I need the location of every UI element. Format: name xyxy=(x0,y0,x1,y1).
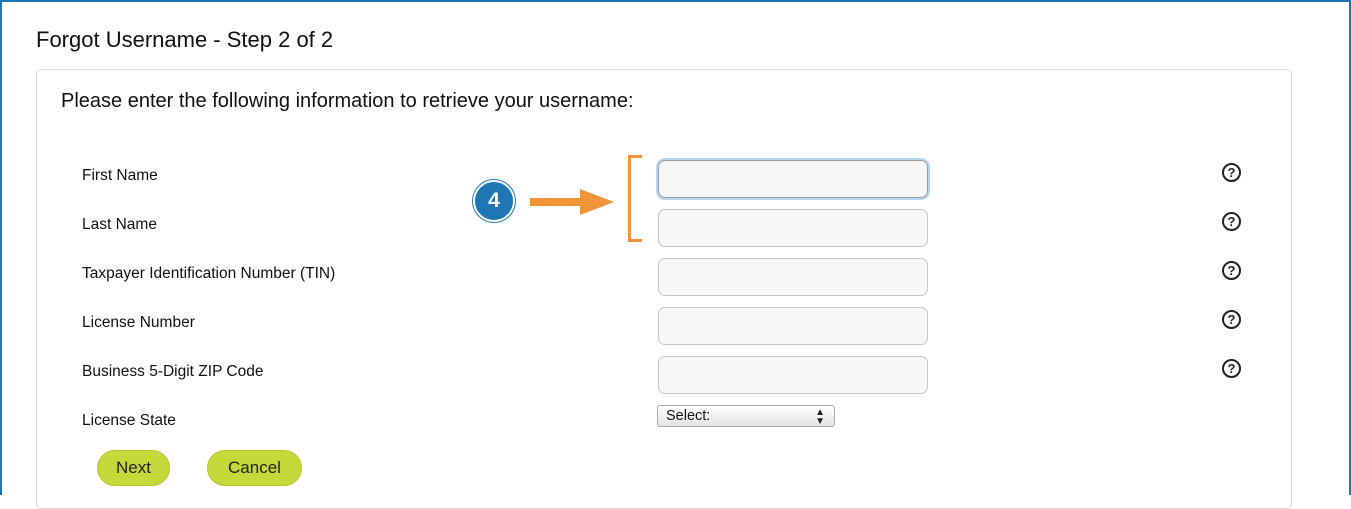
tin-input[interactable] xyxy=(658,258,928,296)
license-number-label: License Number xyxy=(82,314,195,331)
last-name-label: Last Name xyxy=(82,216,157,233)
last-name-help-icon[interactable]: ? xyxy=(1222,212,1241,231)
form-instructions: Please enter the following information t… xyxy=(61,90,634,112)
first-name-input[interactable] xyxy=(658,160,928,198)
zip-code-input[interactable] xyxy=(658,356,928,394)
orange-arrow-icon xyxy=(530,189,614,215)
tin-help-icon[interactable]: ? xyxy=(1222,261,1241,280)
first-name-help-icon[interactable]: ? xyxy=(1222,163,1241,182)
zip-code-label: Business 5-Digit ZIP Code xyxy=(82,363,264,380)
zip-code-help-icon[interactable]: ? xyxy=(1222,359,1241,378)
page-title: Forgot Username - Step 2 of 2 xyxy=(36,27,334,52)
tin-label: Taxpayer Identification Number (TIN) xyxy=(82,265,336,282)
step-number-badge: 4 xyxy=(473,180,515,222)
license-state-selected-value: Select: xyxy=(666,408,711,424)
license-state-label: License State xyxy=(82,412,176,429)
license-number-help-icon[interactable]: ? xyxy=(1222,310,1241,329)
license-state-select[interactable]: Select: ▲ ▼ xyxy=(657,405,835,427)
license-number-input[interactable] xyxy=(658,307,928,345)
last-name-input[interactable] xyxy=(658,209,928,247)
cancel-button[interactable]: Cancel xyxy=(207,450,302,486)
next-button[interactable]: Next xyxy=(97,450,170,486)
select-updown-icon: ▲ ▼ xyxy=(815,407,825,427)
first-name-label: First Name xyxy=(82,167,158,184)
annotation-bracket xyxy=(628,155,642,242)
